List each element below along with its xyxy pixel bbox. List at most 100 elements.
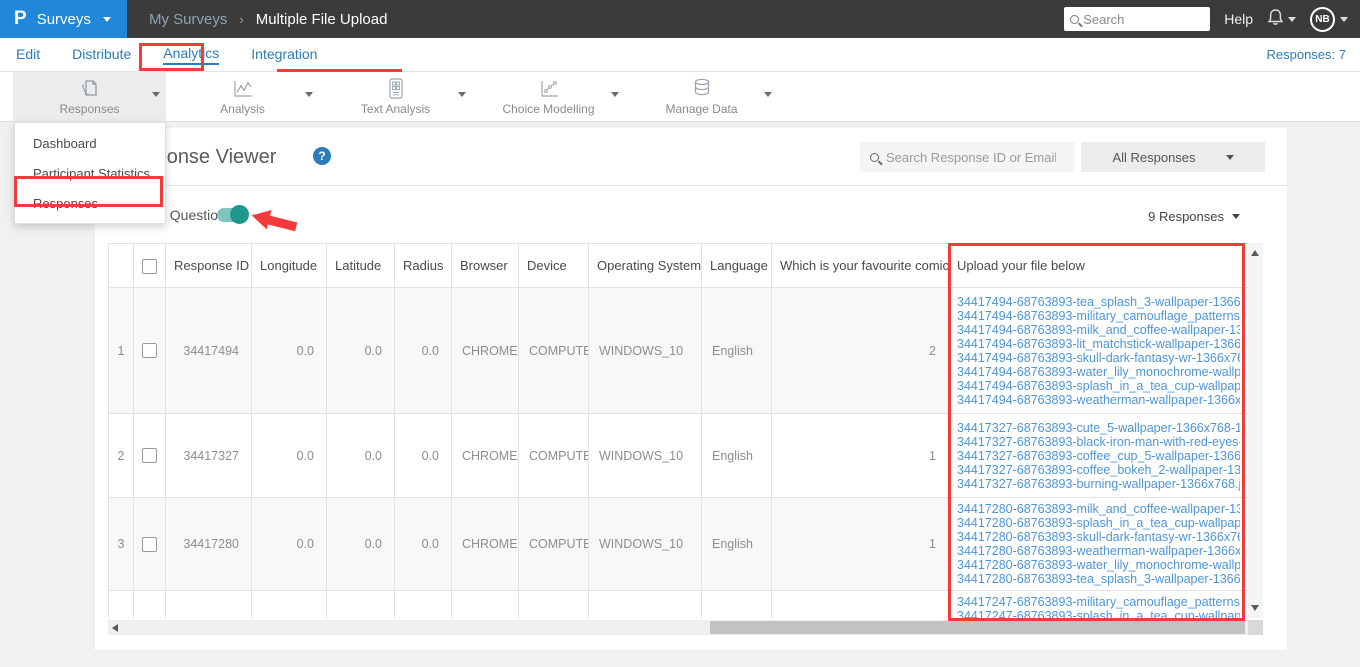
col-radius[interactable]: Radius (394, 243, 452, 288)
notifications-menu[interactable] (1267, 8, 1296, 31)
global-search-input[interactable] (1083, 11, 1194, 27)
uploaded-file-link[interactable]: 34417494-68763893-water_lily_monochrome-… (957, 365, 1240, 379)
account-menu[interactable]: NB (1310, 6, 1348, 32)
cell-uploaded-files: 34417327-68763893-cute_5-wallpaper-1366x… (948, 413, 1248, 498)
uploaded-file-link[interactable]: 34417494-68763893-milk_and_coffee-wallpa… (957, 323, 1240, 337)
col-upload-question[interactable]: Upload your file below (948, 243, 1248, 288)
vertical-scrollbar[interactable] (1248, 243, 1263, 618)
table-row: 2 34417327 0.0 0.0 0.0 CHROME COMPUTER W… (108, 413, 1248, 498)
table-body: 1 34417494 0.0 0.0 0.0 CHROME COMPUTER W… (108, 287, 1248, 618)
uploaded-file-link[interactable]: 34417494-68763893-tea_splash_3-wallpaper… (957, 295, 1240, 309)
col-latitude[interactable]: Latitude (326, 243, 395, 288)
toolbar-analysis[interactable]: Analysis (166, 72, 319, 122)
uploaded-file-link[interactable]: 34417327-68763893-black-iron-man-with-re… (957, 435, 1240, 449)
select-all-checkbox[interactable] (142, 258, 157, 274)
search-icon (870, 152, 879, 162)
horizontal-scrollbar[interactable] (108, 620, 1248, 635)
uploaded-file-link[interactable]: 34417494-68763893-splash_in_a_tea_cup-wa… (957, 379, 1240, 393)
menu-item-participant-statistics[interactable]: Participant Statistics (15, 158, 165, 188)
table-row: 34417247-68763893-military_camouflage_pa… (108, 590, 1248, 618)
cell-comics-answer: 1 (771, 497, 949, 591)
bell-icon (1267, 8, 1284, 31)
cell-radius: 0.0 (394, 413, 452, 498)
row-checkbox[interactable] (142, 448, 157, 464)
cell-longitude (251, 590, 327, 618)
manage-data-icon (693, 78, 711, 99)
uploaded-file-link[interactable]: 34417280-68763893-tea_splash_3-wallpaper… (957, 572, 1240, 586)
scroll-up-icon[interactable] (1251, 250, 1259, 256)
chevron-down-icon (611, 92, 619, 97)
responses-count-label: 9 Responses (1148, 209, 1224, 224)
help-icon[interactable]: ? (313, 147, 331, 165)
file-list: 34417280-68763893-milk_and_coffee-wallpa… (957, 502, 1240, 586)
cell-language (701, 590, 772, 618)
uploaded-file-link[interactable]: 34417280-68763893-splash_in_a_tea_cup-wa… (957, 516, 1240, 530)
tab-distribute[interactable]: Distribute (72, 46, 131, 64)
uploaded-file-link[interactable]: 34417327-68763893-cute_5-wallpaper-1366x… (957, 421, 1240, 435)
help-link[interactable]: Help (1224, 11, 1253, 27)
toolbar-label: Analysis (220, 101, 265, 116)
toolbar-label: Text Analysis (360, 102, 431, 116)
scroll-left-icon[interactable] (112, 624, 118, 632)
scrollbar-corner (1248, 620, 1263, 635)
col-longitude[interactable]: Longitude (251, 243, 327, 288)
response-filter-dropdown[interactable]: All Responses (1081, 142, 1265, 172)
responses-table-wrap: Response ID Longitude Latitude Radius Br… (108, 243, 1248, 618)
menu-item-responses[interactable]: Responses (15, 188, 165, 218)
tab-edit[interactable]: Edit (16, 46, 40, 64)
file-list: 34417247-68763893-military_camouflage_pa… (957, 595, 1240, 618)
col-response-id[interactable]: Response ID (165, 243, 252, 288)
cell-latitude (326, 590, 395, 618)
table-row: 1 34417494 0.0 0.0 0.0 CHROME COMPUTER W… (108, 287, 1248, 414)
tab-integration[interactable]: Integration (251, 46, 317, 64)
uploaded-file-link[interactable]: 34417280-68763893-skull-dark-fantasy-wr-… (957, 530, 1240, 544)
responses-count-dropdown[interactable]: 9 Responses (1148, 209, 1240, 224)
col-language[interactable]: Language (701, 243, 772, 288)
uploaded-file-link[interactable]: 34417247-68763893-military_camouflage_pa… (957, 595, 1240, 609)
scroll-down-icon[interactable] (1251, 605, 1259, 611)
cell-uploaded-files: 34417247-68763893-military_camouflage_pa… (948, 590, 1248, 618)
col-browser[interactable]: Browser (451, 243, 519, 288)
uploaded-file-link[interactable]: 34417280-68763893-water_lily_monochrome-… (957, 558, 1240, 572)
toolbar-responses[interactable]: Responses (13, 72, 166, 122)
uploaded-file-link[interactable]: 34417327-68763893-burning-wallpaper-1366… (957, 477, 1240, 491)
response-search-input[interactable] (886, 149, 1056, 165)
uploaded-file-link[interactable]: 34417494-68763893-weatherman-wallpaper-1… (957, 393, 1240, 407)
uploaded-file-link[interactable]: 34417494-68763893-skull-dark-fantasy-wr-… (957, 351, 1240, 365)
col-select (133, 243, 166, 288)
chevron-down-icon (764, 92, 772, 97)
row-checkbox[interactable] (142, 343, 157, 359)
uploaded-file-link[interactable]: 34417247-68763893-splash_in_a_tea_cup-wa… (957, 609, 1240, 618)
tab-analytics[interactable]: Analytics (163, 45, 220, 65)
breadcrumb-parent[interactable]: My Surveys (149, 11, 227, 28)
uploaded-file-link[interactable]: 34417327-68763893-coffee_bokeh_2-wallpap… (957, 463, 1240, 477)
col-device[interactable]: Device (518, 243, 589, 288)
toolbar-manage-data[interactable]: Manage Data (625, 72, 778, 122)
cell-response-id (165, 590, 252, 618)
toolbar-choice-modelling[interactable]: Choice Modelling (472, 72, 625, 122)
uploaded-file-link[interactable]: 34417494-68763893-lit_matchstick-wallpap… (957, 337, 1240, 351)
avatar: NB (1310, 6, 1335, 32)
uploaded-file-link[interactable]: 34417280-68763893-weatherman-wallpaper-1… (957, 544, 1240, 558)
toolbar-label: Choice Modelling (502, 101, 595, 116)
responses-count[interactable]: Responses: 7 (1267, 47, 1347, 62)
cell-longitude: 0.0 (251, 497, 327, 591)
responses-icon (80, 79, 100, 99)
product-switcher[interactable]: P Surveys (0, 0, 127, 38)
breadcrumb-current: Multiple File Upload (255, 10, 388, 28)
toggle-knob (230, 205, 249, 224)
row-checkbox[interactable] (142, 536, 157, 552)
choice-modelling-icon (538, 79, 560, 99)
top-bar: P Surveys My Surveys › Multiple File Upl… (0, 0, 1360, 38)
display-questions-toggle[interactable] (217, 205, 249, 224)
menu-item-dashboard[interactable]: Dashboard (15, 128, 165, 158)
uploaded-file-link[interactable]: 34417327-68763893-coffee_cup_5-wallpaper… (957, 449, 1240, 463)
uploaded-file-link[interactable]: 34417494-68763893-military_camouflage_pa… (957, 309, 1240, 323)
breadcrumb: My Surveys › Multiple File Upload (149, 11, 387, 28)
toolbar-text-analysis[interactable]: Text Analysis (319, 72, 472, 122)
uploaded-file-link[interactable]: 34417280-68763893-milk_and_coffee-wallpa… (957, 502, 1240, 516)
col-os[interactable]: Operating System (588, 243, 702, 288)
horizontal-scroll-thumb[interactable] (710, 621, 1245, 634)
responses-dropdown-menu: Dashboard Participant Statistics Respons… (14, 122, 166, 224)
col-comics-question[interactable]: Which is your favourite comics? (771, 243, 949, 288)
